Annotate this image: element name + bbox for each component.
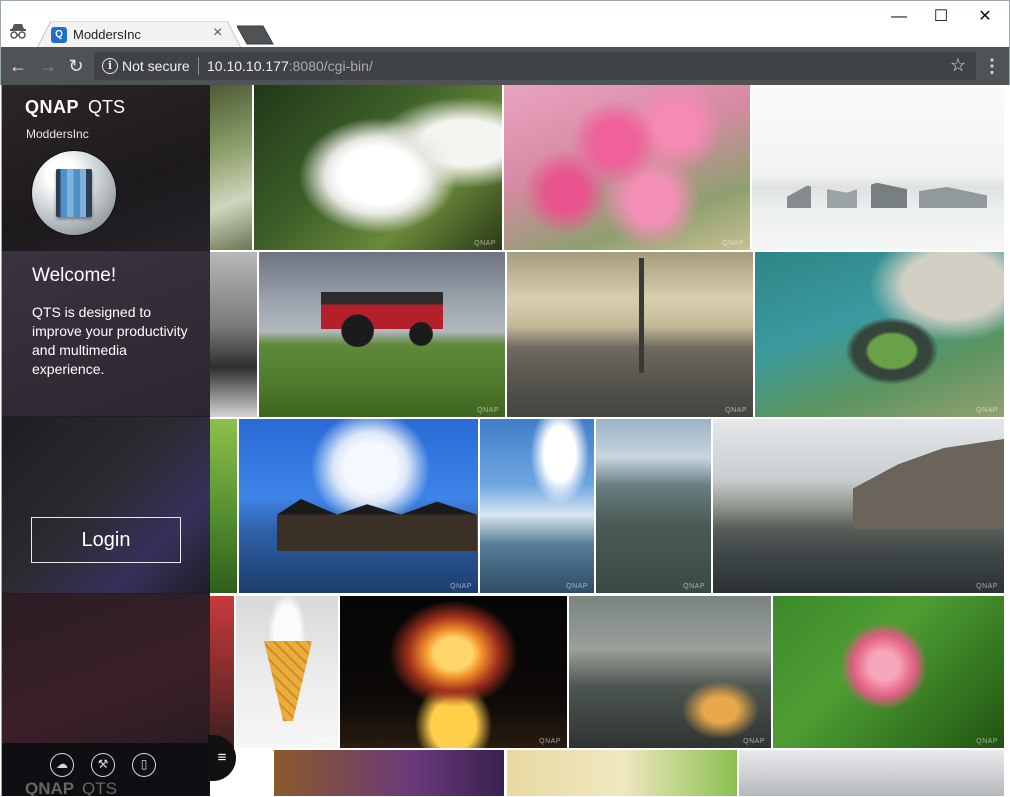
footer-logo-qts: QTS (82, 779, 117, 796)
new-tab-button[interactable] (236, 25, 275, 45)
photo-tile (507, 750, 737, 796)
browser-menu-icon[interactable]: ⋮ (983, 55, 1001, 77)
address-bar[interactable]: i Not secure 10.10.10.177:8080/cgi-bin/ … (94, 52, 976, 80)
tab-moddersinc[interactable]: Q ModdersInc × (37, 21, 241, 48)
nas-drive-bays (56, 169, 92, 217)
back-button[interactable]: ← (7, 55, 29, 77)
url-host: 10.10.10.177 (207, 58, 289, 74)
sidebar-welcome-panel: Welcome! QTS is designed to improve your… (2, 251, 210, 416)
photo-tile (210, 419, 237, 593)
photo-tile: QNAP (480, 419, 594, 593)
photo-tile (210, 596, 234, 748)
security-indicator[interactable]: Not secure (122, 58, 190, 74)
photo-tile: QNAP (236, 596, 338, 748)
photo-watermark: QNAP (976, 583, 998, 590)
hostname-label: ModdersInc (26, 127, 89, 141)
photo-watermark: QNAP (310, 738, 332, 745)
tab-title: ModdersInc (73, 27, 141, 42)
page-viewport: QNAP QNAP QNAP QNAP QNAP QNAP QNAP QNAP … (1, 85, 1008, 796)
browser-toolbar: ← → ↻ i Not secure 10.10.10.177:8080/cgi… (0, 47, 1010, 85)
minimize-button[interactable]: — (877, 5, 921, 29)
welcome-title: Welcome! (32, 265, 117, 286)
reload-button[interactable]: ↻ (65, 55, 87, 77)
bookmark-star-icon[interactable]: ☆ (950, 55, 966, 76)
manual-icon[interactable]: ▯ (132, 753, 156, 777)
nas-device-icon (32, 151, 116, 235)
tab-close-icon[interactable]: × (213, 25, 222, 41)
photo-watermark: QNAP (566, 583, 588, 590)
photo-tile (210, 85, 252, 250)
close-window-button[interactable]: ✕ (963, 5, 1007, 29)
photo-tile: QNAP (504, 85, 750, 250)
info-icon[interactable]: i (102, 58, 118, 74)
photo-tile: QNAP (340, 596, 567, 748)
sidebar-brand-panel: QNAP QTS ModdersInc (2, 85, 210, 250)
forward-button[interactable]: → (37, 55, 59, 77)
photo-watermark: QNAP (725, 407, 747, 414)
photo-tile: QNAP (259, 252, 505, 417)
login-sidebar: QNAP QTS ModdersInc Welcome! QTS is desi… (2, 85, 210, 796)
photo-watermark: QNAP (450, 583, 472, 590)
footer-logo-qnap: QNAP (25, 779, 75, 796)
url-text[interactable]: 10.10.10.177:8080/cgi-bin/ (207, 58, 373, 74)
photo-tile: QNAP (239, 419, 478, 593)
photo-watermark: QNAP (474, 240, 496, 247)
photo-watermark: QNAP (539, 738, 561, 745)
tractor-shape (321, 282, 443, 347)
brand-logo-qts: QTS (88, 97, 126, 117)
photo-watermark: QNAP (976, 738, 998, 745)
incognito-icon (9, 23, 27, 39)
photo-watermark: QNAP (683, 583, 705, 590)
photo-tile: QNAP (713, 419, 1004, 593)
photo-tile (274, 750, 504, 796)
street-pole (639, 258, 644, 373)
warehouse-shape (853, 439, 1004, 529)
photo-tile: QNAP (755, 252, 1004, 417)
photo-tile: QNAP (507, 252, 753, 417)
login-button[interactable]: Login (31, 517, 181, 563)
photo-tile: QNAP (773, 596, 1004, 748)
photo-tile: QNAP (596, 419, 711, 593)
tools-icon[interactable]: ⚒ (91, 753, 115, 777)
photo-watermark: QNAP (976, 407, 998, 414)
photo-watermark: QNAP (477, 407, 499, 414)
photo-tile (739, 750, 1004, 796)
maximize-button[interactable]: ☐ (919, 5, 963, 29)
harbor-boats (787, 182, 987, 208)
photo-tile: QNAP (569, 596, 771, 748)
photo-watermark: QNAP (743, 738, 765, 745)
cone-shape (264, 641, 312, 721)
omnibox-divider (198, 57, 199, 75)
cloud-icon[interactable]: ☁ (50, 753, 74, 777)
qnap-favicon-icon: Q (51, 27, 67, 43)
brand-logo-qnap: QNAP (25, 97, 80, 117)
villa-shape (277, 499, 477, 551)
photo-tile: QNAP (752, 85, 1004, 250)
photo-watermark: QNAP (722, 240, 744, 247)
url-path: :8080/cgi-bin/ (288, 58, 373, 74)
welcome-description: QTS is designed to improve your producti… (32, 304, 188, 377)
sidebar-login-panel: Login (2, 417, 210, 593)
sidebar-footer: ☁ ⚒ ▯ QNAP QTS (2, 743, 210, 796)
photo-tile: QNAP (254, 85, 502, 250)
browser-titlebar: Q ModdersInc × — ☐ ✕ (0, 0, 1010, 48)
photo-watermark: QNAP (976, 240, 998, 247)
photo-tile (210, 252, 257, 417)
